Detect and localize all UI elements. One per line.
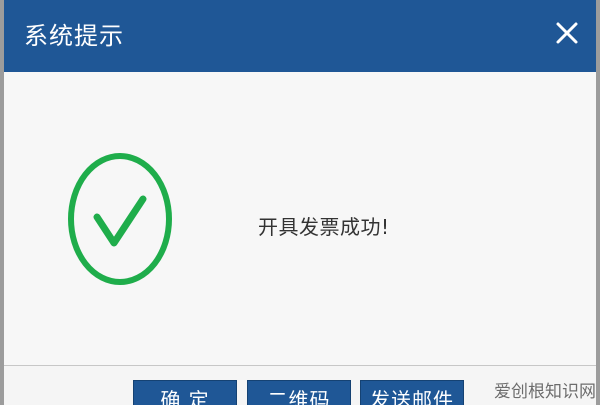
close-icon xyxy=(556,22,578,44)
dialog-title: 系统提示 xyxy=(24,22,124,50)
dialog-titlebar: 系统提示 xyxy=(4,0,596,72)
close-button[interactable] xyxy=(552,18,582,48)
dialog-border-right xyxy=(596,0,600,405)
send-email-button[interactable]: 发送邮件 xyxy=(360,380,464,405)
site-watermark: 爱创根知识网 xyxy=(494,382,596,402)
qrcode-button[interactable]: 二维码 xyxy=(247,380,351,405)
check-circle-icon xyxy=(64,150,176,288)
dialog-content: 开具发票成功! xyxy=(4,72,596,365)
success-message: 开具发票成功! xyxy=(258,215,390,239)
confirm-button[interactable]: 确 定 xyxy=(133,380,237,405)
system-dialog: 系统提示 开具发票成功! 确 定 二维码 发送邮件 爱创根知识网 xyxy=(0,0,600,405)
